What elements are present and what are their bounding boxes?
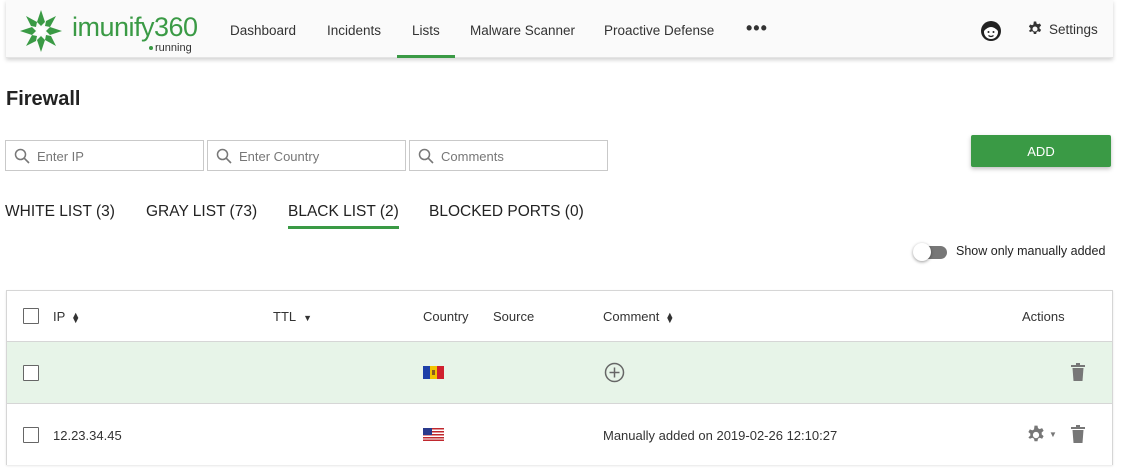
comments-filter[interactable] xyxy=(409,140,608,171)
search-icon xyxy=(14,148,30,164)
select-all-checkbox[interactable] xyxy=(23,308,39,324)
table-row: 12.23.34.45 Manually added on 2019-02-26… xyxy=(7,404,1112,465)
column-header-country: Country xyxy=(423,309,469,324)
add-circle-icon[interactable] xyxy=(604,362,625,383)
moldova-flag-icon xyxy=(423,366,444,379)
tab-black-list[interactable]: BLACK LIST (2) xyxy=(288,203,399,229)
manually-added-toggle-label: Show only manually added xyxy=(956,244,1106,258)
column-header-comment[interactable]: Comment ▲ ▼ xyxy=(603,309,674,324)
tab-blocked-ports[interactable]: BLOCKED PORTS (0) xyxy=(429,203,584,229)
country-filter-input[interactable] xyxy=(239,145,399,167)
top-navigation-bar: imunify360 running Dashboard Incidents L… xyxy=(6,0,1113,58)
gear-icon xyxy=(1028,21,1042,34)
nav-lists[interactable]: Lists xyxy=(397,0,455,58)
ip-cell: 12.23.34.45 xyxy=(53,428,122,443)
toggle-knob xyxy=(913,243,931,261)
page-title: Firewall xyxy=(6,88,81,110)
country-filter[interactable] xyxy=(207,140,406,171)
ip-filter[interactable] xyxy=(5,140,204,171)
tab-white-list[interactable]: WHITE LIST (3) xyxy=(5,203,115,229)
trash-icon[interactable] xyxy=(1071,425,1085,443)
sort-arrows-icon: ▲ ▼ xyxy=(71,309,81,325)
search-icon xyxy=(216,148,232,164)
support-agent-icon[interactable] xyxy=(979,19,1003,43)
comment-cell: Manually added on 2019-02-26 12:10:27 xyxy=(603,428,838,443)
caret-down-icon[interactable]: ▼ xyxy=(1049,430,1057,439)
gear-icon[interactable] xyxy=(1026,425,1046,445)
row-checkbox[interactable] xyxy=(23,427,39,443)
manually-added-toggle[interactable] xyxy=(913,243,948,261)
sort-arrows-icon: ▲ ▼ xyxy=(665,309,675,325)
column-header-actions: Actions xyxy=(1022,309,1065,324)
nav-proactive-defense[interactable]: Proactive Defense xyxy=(604,0,714,58)
trash-icon[interactable] xyxy=(1071,363,1085,381)
nav-dashboard[interactable]: Dashboard xyxy=(230,0,296,58)
status-dot-icon xyxy=(149,46,153,51)
ip-filter-input[interactable] xyxy=(37,145,197,167)
status-text: running xyxy=(155,42,192,54)
nav-more-menu[interactable]: ••• xyxy=(746,18,768,39)
blacklist-table: IP ▲ ▼ TTL ▼ Country Source Comment ▲ ▼ Actio… xyxy=(6,290,1113,465)
status-indicator: running xyxy=(149,42,192,54)
column-ttl-label: TTL xyxy=(273,309,297,324)
nav-incidents[interactable]: Incidents xyxy=(327,0,381,58)
column-header-ttl[interactable]: TTL ▼ xyxy=(273,309,312,324)
column-ip-label: IP xyxy=(53,309,66,324)
column-header-source: Source xyxy=(493,309,535,324)
imunify360-logo[interactable]: imunify360 running xyxy=(18,6,208,56)
table-row xyxy=(7,342,1112,404)
nav-malware-scanner[interactable]: Malware Scanner xyxy=(470,0,575,58)
search-icon xyxy=(418,148,434,164)
tab-gray-list[interactable]: GRAY LIST (73) xyxy=(146,203,257,229)
settings-button[interactable]: Settings xyxy=(1027,21,1098,37)
table-header-row: IP ▲ ▼ TTL ▼ Country Source Comment ▲ ▼ Actio… xyxy=(7,291,1112,342)
row-checkbox[interactable] xyxy=(23,365,39,381)
column-header-ip[interactable]: IP ▲ ▼ xyxy=(53,309,80,324)
logo-wordmark: imunify360 xyxy=(72,12,198,42)
logo-mark-icon xyxy=(20,10,62,52)
sort-down-icon: ▼ xyxy=(303,313,313,323)
comments-filter-input[interactable] xyxy=(441,145,601,167)
settings-label: Settings xyxy=(1049,21,1098,37)
column-comment-label: Comment xyxy=(603,309,660,324)
us-flag-icon xyxy=(423,428,444,441)
add-button[interactable]: ADD xyxy=(971,135,1111,167)
